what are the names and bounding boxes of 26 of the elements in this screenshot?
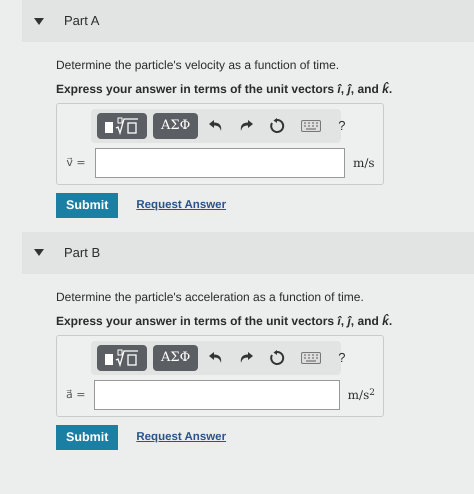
- part-header[interactable]: Part A: [22, 0, 474, 42]
- unit-label: m/s$^{2}$: [348, 386, 375, 404]
- variable-label: v⃗ =: [65, 154, 87, 171]
- submit-button[interactable]: Submit: [56, 425, 118, 450]
- question-text: Determine the particle's acceleration as a function of time.: [56, 290, 365, 306]
- caret-icon[interactable]: [34, 18, 44, 24]
- answer-field[interactable]: [94, 380, 340, 410]
- submit-button[interactable]: Submit: [56, 193, 118, 218]
- question-text: Determine the particle's velocity as a function of time.: [56, 58, 340, 74]
- part-title: Part B: [64, 244, 100, 262]
- request-answer-link[interactable]: Request Answer: [136, 428, 226, 446]
- template-button[interactable]: [97, 113, 147, 140]
- symbols-button[interactable]: ΑΣΦ: [153, 345, 198, 372]
- caret-icon[interactable]: [34, 249, 44, 256]
- part-title: Part A: [64, 12, 100, 30]
- instruction-text: Express your answer in terms of the unit vectors î, ĵ, and k̂.: [56, 82, 394, 98]
- template-button[interactable]: [97, 345, 147, 372]
- unit-label: m/s: [353, 155, 375, 172]
- symbols-button[interactable]: ΑΣΦ: [153, 113, 198, 140]
- variable-label: a⃗ =: [64, 386, 86, 403]
- help-button[interactable]: ?: [332, 116, 352, 136]
- instruction-text: Express your answer in terms of the unit vectors î, ĵ, and k̂.: [56, 314, 394, 330]
- request-answer-link[interactable]: Request Answer: [136, 196, 226, 214]
- part-header[interactable]: Part B: [22, 232, 474, 274]
- help-button[interactable]: ?: [332, 348, 352, 368]
- answer-field[interactable]: [95, 148, 345, 178]
